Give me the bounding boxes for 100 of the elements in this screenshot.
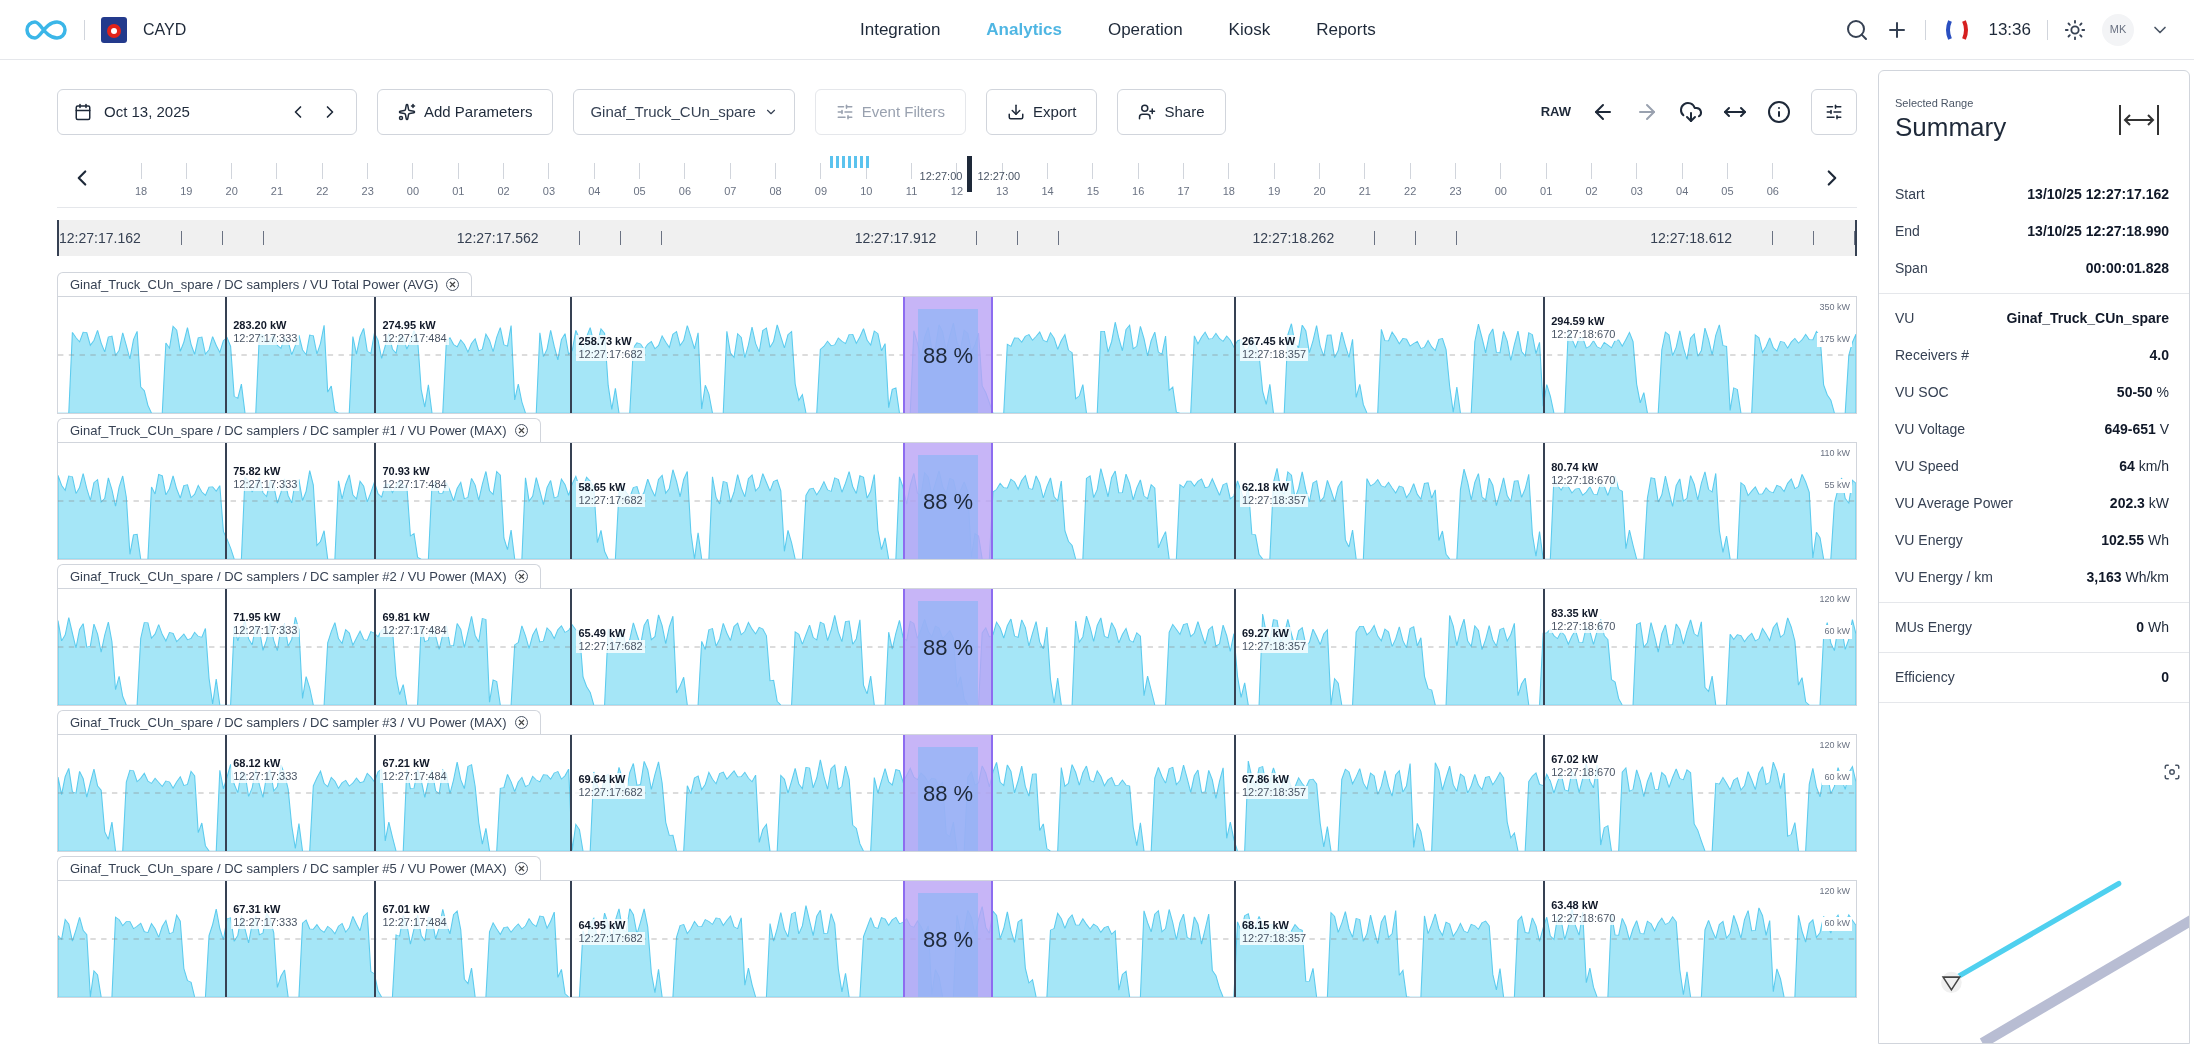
cursor-line[interactable] [225, 443, 228, 559]
timeline-label: 12 [950, 183, 964, 199]
nav-tab[interactable]: Reports [1316, 16, 1376, 43]
timeline-label: 20 [225, 183, 238, 199]
cursor-time-label: 12:27:00 [977, 169, 1021, 184]
cursor-value: 267.45 kW [1239, 335, 1298, 348]
range-icon[interactable] [2117, 103, 2161, 137]
selection-percentage: 88 % [922, 779, 974, 808]
theme-icon[interactable] [2064, 18, 2086, 41]
selection-band[interactable]: 88 % [903, 735, 993, 851]
nav-tab[interactable]: Operation [1107, 16, 1183, 43]
chart-title: Ginaf_Truck_CUn_spare / DC samplers / DC sampler #1 / VU Power (MAX) [70, 421, 507, 440]
cursor-line[interactable] [225, 589, 228, 705]
summary-label: VU Energy [1895, 530, 1964, 550]
cursor-value: 67.02 kW [1549, 753, 1601, 766]
summary-label: End [1895, 221, 1921, 241]
ruler-time: 12:27:17.562 [456, 228, 539, 248]
cursor-line[interactable] [1543, 589, 1546, 705]
nav-tab[interactable]: Kiosk [1228, 16, 1271, 43]
cloud-download-icon[interactable] [1679, 100, 1703, 124]
summary-label: Efficiency [1895, 667, 1956, 687]
cursor-line[interactable] [570, 297, 573, 413]
cursor-time: 12:27:17:682 [576, 494, 645, 507]
cursor-line[interactable] [374, 589, 377, 705]
timeline-label: 20 [1313, 183, 1326, 199]
cursor-line[interactable] [374, 881, 377, 997]
cursor-line[interactable] [225, 881, 228, 997]
timeline-label: 10 [860, 183, 873, 199]
clock-time: 13:36 [1988, 18, 2031, 41]
cursor-line[interactable] [1233, 735, 1236, 851]
selection-band[interactable]: 88 % [903, 297, 993, 413]
brand-name: CAYD [143, 19, 187, 40]
cursor-time: 12:27:18:670 [1549, 912, 1618, 925]
cursor-time: 12:27:17:333 [231, 770, 300, 783]
nav-tab[interactable]: Integration [860, 16, 941, 43]
user-avatar[interactable]: MK [2102, 13, 2134, 46]
cursor-time: 12:27:18:670 [1549, 328, 1618, 341]
info-icon[interactable] [1767, 100, 1791, 124]
cursor-line[interactable] [1233, 443, 1236, 559]
date-value: Oct 13, 2025 [104, 101, 191, 122]
cursor-line[interactable] [1543, 443, 1546, 559]
timeline-label: 19 [180, 183, 193, 199]
filter-icon [835, 103, 854, 121]
timeline-label: 15 [1086, 183, 1099, 199]
cursor-line[interactable] [374, 735, 377, 851]
raw-toggle[interactable]: RAW [1540, 102, 1571, 122]
cursor-line[interactable] [570, 735, 573, 851]
cursor-line[interactable] [1233, 881, 1236, 997]
cursor-line[interactable] [570, 881, 573, 997]
cursor-line[interactable] [1543, 881, 1546, 997]
cursor-line[interactable] [1233, 297, 1236, 413]
timeline-label: 08 [769, 183, 782, 199]
selection-band[interactable]: 88 % [903, 881, 993, 997]
cursor-time: 12:27:17:484 [380, 770, 449, 783]
timeline-label: 09 [814, 183, 828, 199]
cursor-value: 68.12 kW [231, 757, 283, 770]
timeline-label: 00 [406, 183, 420, 199]
selection-band[interactable]: 88 % [903, 589, 993, 705]
timeline-label: 04 [588, 183, 601, 199]
chart-title: Ginaf_Truck_CUn_spare / DC samplers / DC sampler #2 / VU Power (MAX) [70, 567, 507, 586]
add-parameters-button[interactable]: Add Parameters [377, 89, 554, 135]
focus-icon[interactable] [2163, 762, 2181, 781]
cursor-line[interactable] [570, 443, 573, 559]
cursor-line[interactable] [225, 297, 228, 413]
summary-value: 13/10/25 12:27:18.990 [2027, 221, 2170, 241]
cursor-value: 258.73 kW [576, 335, 634, 348]
cursor-value: 70.93 kW [380, 465, 432, 478]
vehicle-dropdown[interactable]: Ginaf_Truck_CUn_spare [573, 89, 795, 135]
timeline-track[interactable]: 18 19 20 21 22 23 00 01 02 03 04 05 06 07 08 09 10 11 12 13 14 15 16 17 18 19 20 21 22 23 00 01 02 03 04 05 06 12:27:00 12:27:00 [107, 148, 1807, 207]
cursor-line[interactable] [374, 443, 377, 559]
cursor-time: 12:27:18:357 [1239, 494, 1309, 507]
summary-value: 0 [2161, 667, 2170, 687]
panel-title: Summary [1895, 111, 2007, 142]
summary-label: MUs Energy [1895, 617, 1974, 637]
share-button[interactable]: Share [1117, 89, 1226, 135]
settings-button[interactable] [1811, 89, 1857, 135]
summary-label: VU Speed [1895, 456, 1960, 476]
cursor-value: 62.18 kW [1239, 481, 1291, 494]
cursor-line[interactable] [225, 735, 228, 851]
summary-value: 00:00:01.828 [2085, 258, 2170, 278]
calendar-icon [74, 103, 92, 121]
selection-band[interactable]: 88 % [903, 443, 993, 559]
cursor-line[interactable] [1543, 735, 1546, 851]
date-picker[interactable]: Oct 13, 2025 [57, 89, 357, 135]
search-icon[interactable] [1845, 17, 1870, 42]
cursor-line[interactable] [1543, 297, 1546, 413]
user-plus-icon [1138, 103, 1157, 121]
cursor-line[interactable] [1233, 589, 1236, 705]
y-axis-label: 175 kW [1817, 333, 1852, 347]
cursor-line[interactable] [570, 589, 573, 705]
cursor-value: 63.48 kW [1549, 899, 1601, 912]
export-button[interactable]: Export [986, 89, 1098, 135]
cursor-line[interactable] [374, 297, 377, 413]
panel-caption: Selected Range [1895, 96, 1975, 111]
timeline-label: 21 [270, 183, 284, 199]
cursor-value: 71.95 kW [231, 611, 283, 624]
summary-value: Ginaf_Truck_CUn_spare [2006, 308, 2170, 328]
summary-label: Start [1895, 184, 1926, 204]
cursor-value: 69.81 kW [380, 611, 432, 624]
chart-title: Ginaf_Truck_CUn_spare / DC samplers / VU Total Power (AVG) [70, 275, 439, 294]
